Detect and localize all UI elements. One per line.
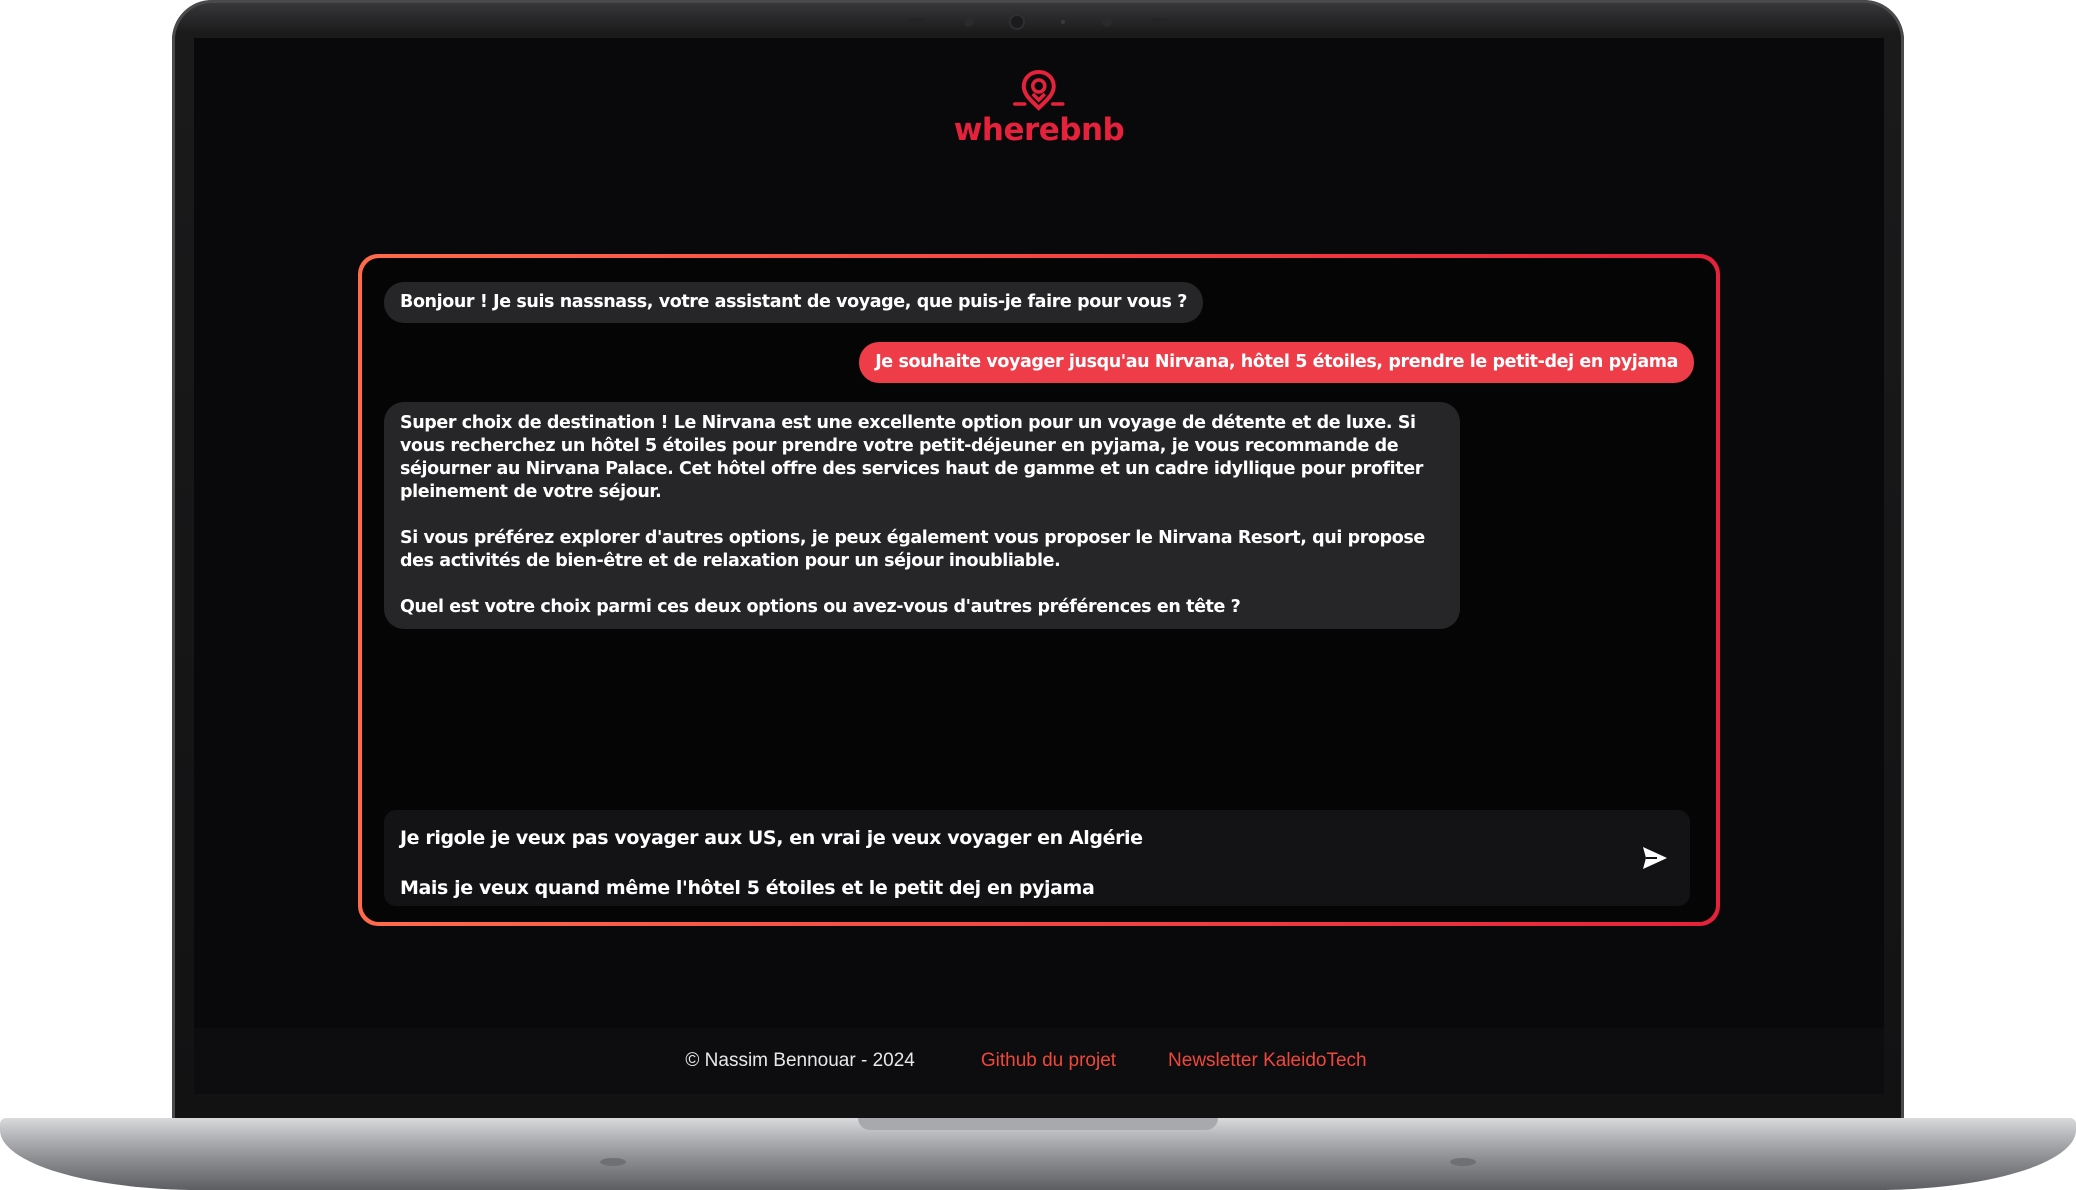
send-button[interactable] xyxy=(1638,841,1672,875)
github-link[interactable]: Github du projet xyxy=(981,1050,1116,1072)
sensor-icon xyxy=(908,18,926,26)
input-line[interactable]: Je rigole je veux pas voyager aux US, en… xyxy=(400,826,1620,851)
led-icon xyxy=(1060,20,1065,24)
assistant-message: Super choix de destination ! Le Nirvana … xyxy=(384,402,1460,629)
newsletter-link[interactable]: Newsletter KaleidoTech xyxy=(1168,1050,1367,1072)
chat-messages-area: Bonjour ! Je suis nassnass, votre assist… xyxy=(362,258,1716,922)
camera-bar xyxy=(908,15,1168,29)
location-pin-icon xyxy=(1013,69,1065,111)
message-paragraph: Si vous préférez explorer d'autres optio… xyxy=(400,528,1425,571)
user-message: Je souhaite voyager jusqu'au Nirvana, hô… xyxy=(859,342,1694,383)
input-line[interactable]: Mais je veux quand même l'hôtel 5 étoile… xyxy=(400,876,1620,901)
chat-panel: Bonjour ! Je suis nassnass, votre assist… xyxy=(358,254,1720,926)
screen: wherebnb Bonjour ! Je suis nassnass, vot… xyxy=(194,38,1884,1094)
trackpad-notch xyxy=(858,1118,1218,1130)
rubber-foot xyxy=(600,1158,626,1166)
assistant-message: Bonjour ! Je suis nassnass, votre assist… xyxy=(384,282,1203,323)
rubber-foot xyxy=(1450,1158,1476,1166)
sensor-icon xyxy=(963,17,974,27)
footer: © Nassim Bennouar - 2024 Github du proje… xyxy=(194,1028,1884,1094)
message-text: Je souhaite voyager jusqu'au Nirvana, hô… xyxy=(875,352,1678,372)
send-icon xyxy=(1643,847,1667,869)
app-logo[interactable]: wherebnb xyxy=(954,68,1125,148)
laptop-base xyxy=(0,1118,2076,1190)
message-input[interactable]: Je rigole je veux pas voyager aux US, en… xyxy=(384,810,1690,906)
message-text: Bonjour ! Je suis nassnass, votre assist… xyxy=(400,292,1187,312)
camera-icon xyxy=(1011,16,1024,28)
sensor-icon xyxy=(1149,18,1168,26)
message-paragraph: Quel est votre choix parmi ces deux opti… xyxy=(400,597,1241,617)
copyright-text: © Nassim Bennouar - 2024 xyxy=(685,1050,915,1071)
logo-wordmark: wherebnb xyxy=(953,112,1125,148)
sensor-icon xyxy=(1102,17,1113,27)
message-paragraph: Super choix de destination ! Le Nirvana … xyxy=(400,413,1423,502)
